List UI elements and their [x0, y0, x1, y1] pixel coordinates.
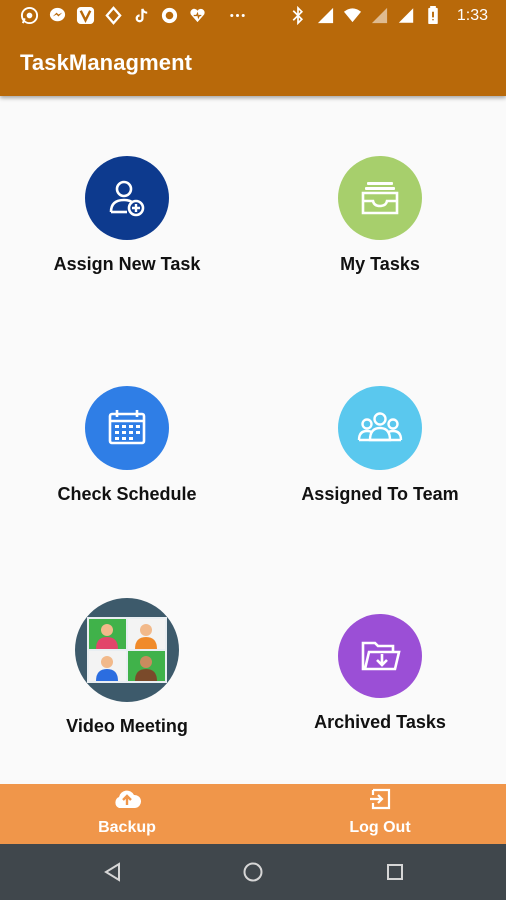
- lte-signal-icon: [370, 6, 389, 25]
- assigned-to-team-tile[interactable]: Assigned To Team: [280, 386, 480, 505]
- wifi-icon: [343, 6, 362, 25]
- backup-button[interactable]: Backup: [62, 788, 192, 837]
- viber-icon: [76, 6, 95, 25]
- signal-icon: [397, 6, 416, 25]
- assign-new-task-tile[interactable]: Assign New Task: [27, 156, 227, 275]
- record-icon: [160, 6, 179, 25]
- bottom-action-bar: Backup Log Out: [0, 784, 506, 844]
- sync-icon: [104, 6, 123, 25]
- calendar-icon: [85, 386, 169, 470]
- tile-label: Archived Tasks: [314, 712, 446, 732]
- tile-label: Assign New Task: [53, 254, 201, 274]
- home-icon[interactable]: [241, 860, 265, 884]
- logout-label: Log Out: [349, 819, 411, 836]
- my-tasks-tile[interactable]: My Tasks: [280, 156, 480, 275]
- tiktok-icon: [132, 6, 151, 25]
- lte-icon: [316, 6, 335, 25]
- add-user-icon: [85, 156, 169, 240]
- folder-download-icon: [338, 614, 422, 698]
- tile-label: Assigned To Team: [301, 484, 459, 504]
- video-meeting-icon: [75, 598, 179, 702]
- video-meeting-tile[interactable]: Video Meeting: [27, 598, 227, 737]
- archived-tasks-tile[interactable]: Archived Tasks: [280, 614, 480, 733]
- tile-label: My Tasks: [340, 254, 420, 274]
- back-icon[interactable]: [101, 860, 125, 884]
- logout-icon: [370, 788, 391, 810]
- inbox-tray-icon: [338, 156, 422, 240]
- heart-shield-icon: [188, 6, 207, 25]
- status-left-icons: [20, 6, 247, 25]
- backup-label: Backup: [98, 819, 156, 836]
- logout-button[interactable]: Log Out: [315, 788, 445, 837]
- status-right-icons: 1:33: [289, 6, 488, 25]
- status-bar: 1:33: [0, 0, 506, 32]
- app-header: 1:33 TaskManagment: [0, 0, 506, 96]
- team-icon: [338, 386, 422, 470]
- status-time: 1:33: [456, 6, 488, 24]
- recents-icon[interactable]: [383, 860, 407, 884]
- bluetooth-icon: [289, 6, 308, 25]
- tile-label: Check Schedule: [57, 484, 197, 504]
- tile-label: Video Meeting: [66, 716, 188, 736]
- cloud-upload-icon: [115, 790, 142, 808]
- system-nav-bar: [0, 844, 506, 900]
- more-dots-icon: [228, 6, 247, 25]
- check-schedule-tile[interactable]: Check Schedule: [27, 386, 227, 505]
- battery-icon: [424, 6, 443, 25]
- whatsapp-icon: [20, 6, 39, 25]
- app-title: TaskManagment: [20, 50, 193, 75]
- messenger-icon: [48, 6, 67, 25]
